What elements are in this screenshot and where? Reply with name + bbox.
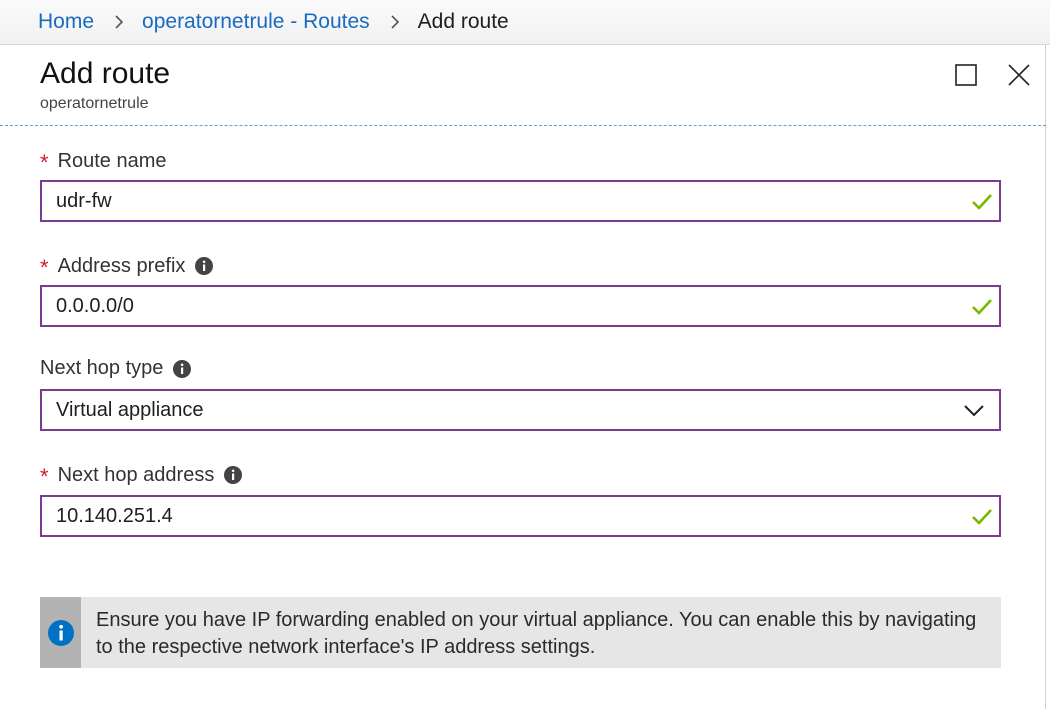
info-banner-text: Ensure you have IP forwarding enabled on… — [96, 609, 977, 658]
route-name-input[interactable]: udr-fw — [40, 180, 1001, 222]
info-icon[interactable] — [173, 359, 192, 378]
page-subtitle: operatornetrule — [40, 95, 149, 112]
route-name-value: udr-fw — [56, 189, 112, 212]
info-banner: Ensure you have IP forwarding enabled on… — [40, 597, 1001, 668]
check-icon — [972, 509, 992, 525]
route-name-label-text: Route name — [57, 149, 167, 172]
info-icon[interactable] — [195, 257, 214, 275]
next-hop-type-select[interactable]: Virtual appliance — [40, 389, 1001, 431]
chevron-down-icon — [964, 405, 984, 417]
maximize-icon — [955, 64, 977, 86]
add-route-blade: Add route operatornetrule * Route name u… — [0, 45, 1046, 709]
info-icon[interactable] — [224, 466, 243, 484]
maximize-button[interactable] — [952, 61, 980, 89]
breadcrumb-home-link[interactable]: Home — [38, 10, 94, 34]
info-circle-icon — [47, 619, 74, 646]
address-prefix-label-text: Address prefix — [57, 254, 186, 277]
required-marker: * — [40, 464, 49, 489]
check-icon — [972, 194, 992, 210]
next-hop-type-label-text: Next hop type — [40, 357, 164, 379]
route-name-label: * Route name — [40, 148, 167, 176]
required-marker: * — [40, 150, 49, 175]
address-prefix-input[interactable]: 0.0.0.0/0 — [40, 285, 1001, 327]
breadcrumb: Home operatornetrule - Routes Add route — [0, 0, 1050, 45]
page-title: Add route — [40, 57, 171, 90]
next-hop-address-value: 10.140.251.4 — [56, 504, 173, 527]
required-marker: * — [40, 255, 49, 280]
next-hop-address-input[interactable]: 10.140.251.4 — [40, 495, 1001, 537]
breadcrumb-routes-link[interactable]: operatornetrule - Routes — [142, 10, 370, 34]
next-hop-address-label: * Next hop address — [40, 462, 243, 489]
next-hop-address-label-text: Next hop address — [57, 463, 215, 486]
chevron-right-icon — [108, 11, 130, 33]
address-prefix-label: * Address prefix — [40, 253, 214, 280]
chevron-right-icon — [384, 11, 406, 33]
info-banner-strip — [40, 597, 81, 668]
next-hop-type-label: Next hop type — [40, 357, 192, 380]
next-hop-type-value: Virtual appliance — [56, 398, 204, 421]
close-icon — [1008, 64, 1030, 86]
check-icon — [972, 299, 992, 315]
address-prefix-value: 0.0.0.0/0 — [56, 294, 134, 317]
blade-header: Add route operatornetrule — [0, 45, 1046, 126]
close-button[interactable] — [1005, 61, 1033, 89]
breadcrumb-current: Add route — [417, 10, 509, 33]
